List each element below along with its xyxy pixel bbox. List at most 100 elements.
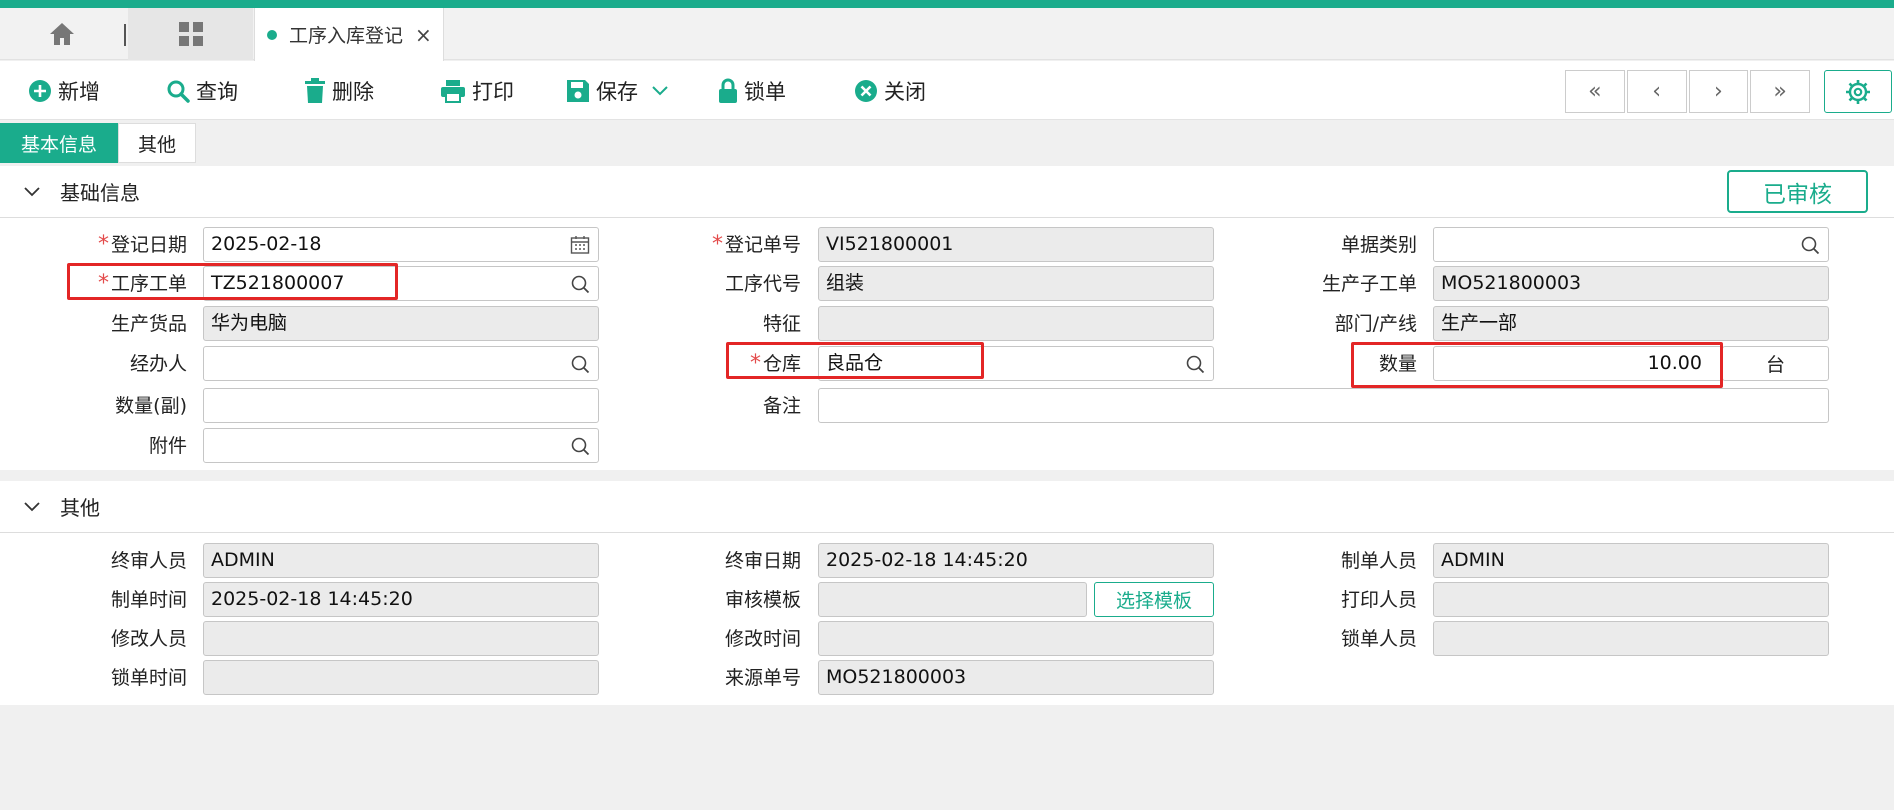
qty-sub-field[interactable] [203, 388, 599, 423]
add-button[interactable]: 新增 [28, 61, 100, 120]
process-code-label: 工序代号 [724, 273, 801, 295]
search-icon[interactable] [570, 274, 590, 294]
process-code-field: 组装 [818, 266, 1214, 301]
calendar-icon[interactable] [570, 235, 590, 255]
review-template-field [818, 582, 1087, 617]
top-accent-bar [0, 0, 1894, 8]
nav-first-button[interactable]: « [1565, 70, 1625, 113]
search-icon[interactable] [1800, 235, 1820, 255]
modify-time-label: 修改时间 [724, 628, 801, 650]
attachment-field[interactable] [203, 428, 599, 463]
create-time-label: 制单时间 [110, 589, 187, 611]
qty-label: 数量 [1378, 353, 1417, 375]
lock-time-field [203, 660, 599, 695]
search-icon[interactable] [570, 354, 590, 374]
lock-button[interactable]: 锁单 [718, 61, 786, 120]
other-header[interactable]: 其他 [0, 481, 1894, 533]
home-icon [50, 23, 74, 45]
source-no-label: 来源单号 [724, 667, 801, 689]
nav-last-button[interactable]: » [1750, 70, 1810, 113]
section-title: 基础信息 [60, 181, 140, 205]
lock-time-label: 锁单时间 [110, 667, 187, 689]
doc-type-label: 单据类别 [1340, 234, 1417, 256]
close-button[interactable]: 关闭 [854, 61, 926, 120]
remark-field[interactable] [818, 388, 1829, 423]
locker-field [1433, 621, 1829, 656]
remark-label: 备注 [762, 395, 801, 417]
close-label: 关闭 [884, 79, 926, 104]
close-circle-icon [855, 79, 877, 102]
dept-label: 部门/产线 [1334, 313, 1417, 335]
record-navigation: « ‹ › » [1565, 70, 1810, 113]
lock-icon [719, 78, 737, 103]
printer-label: 打印人员 [1340, 589, 1417, 611]
chevron-down-icon[interactable] [24, 186, 40, 197]
tab-basic-info[interactable]: 基本信息 [0, 123, 118, 163]
search-icon [167, 80, 190, 103]
settings-button[interactable] [1824, 70, 1892, 113]
tab-strip: 工序入库登记 × [0, 8, 1894, 61]
process-order-label: * 工序工单 [97, 271, 187, 296]
print-button[interactable]: 打印 [440, 61, 514, 120]
nav-next-button[interactable]: › [1688, 70, 1749, 113]
sub-order-field: MO521800003 [1433, 266, 1829, 301]
creator-field: ADMIN [1433, 543, 1829, 578]
status-badge: 已审核 [1727, 170, 1868, 213]
tab-process-inbound[interactable]: 工序入库登记 × [254, 8, 444, 61]
doc-type-field[interactable] [1433, 227, 1829, 262]
tab-other[interactable]: 其他 [118, 123, 196, 163]
source-no-field: MO521800003 [818, 660, 1214, 695]
qty-sub-label: 数量(副) [115, 395, 187, 417]
grid-icon [178, 22, 203, 46]
query-button[interactable]: 查询 [166, 61, 238, 120]
tab-label: 工序入库登记 [289, 25, 404, 47]
reg-no-label: * 登记单号 [711, 232, 801, 257]
search-icon[interactable] [1185, 354, 1205, 374]
trash-icon [305, 77, 325, 103]
delete-button[interactable]: 删除 [304, 61, 374, 120]
process-order-field[interactable]: TZ521800007 [203, 266, 599, 301]
toolbar: 新增 查询 删除 打印 保存 锁单 关闭 « ‹ › » [0, 61, 1894, 120]
reg-date-label: * 登记日期 [97, 232, 187, 257]
select-template-button[interactable]: 选择模板 [1094, 582, 1214, 617]
delete-label: 删除 [332, 79, 374, 104]
section-title: 其他 [60, 496, 100, 520]
handler-label: 经办人 [129, 353, 187, 375]
modifier-field [203, 621, 599, 656]
warehouse-field[interactable]: 良品仓 [818, 346, 1214, 381]
save-label: 保存 [596, 79, 638, 104]
create-time-field: 2025-02-18 14:45:20 [203, 582, 599, 617]
tab-active-dot [267, 29, 277, 40]
locker-label: 锁单人员 [1340, 628, 1417, 650]
gear-icon [1846, 79, 1870, 104]
attachment-label: 附件 [148, 435, 187, 457]
handler-field[interactable] [203, 346, 599, 381]
modifier-label: 修改人员 [110, 628, 187, 650]
lock-label: 锁单 [744, 79, 786, 104]
close-icon[interactable]: × [415, 23, 432, 47]
printer-icon [441, 79, 465, 103]
tab-home[interactable] [0, 8, 124, 60]
print-label: 打印 [472, 79, 514, 104]
product-label: 生产货品 [110, 313, 187, 335]
final-date-field: 2025-02-18 14:45:20 [818, 543, 1214, 578]
tab-separator [124, 24, 126, 46]
feature-field [818, 306, 1214, 341]
final-date-label: 终审日期 [724, 550, 801, 572]
plus-circle-icon [29, 79, 51, 102]
chevron-down-icon[interactable] [24, 501, 40, 512]
printer-field [1433, 582, 1829, 617]
nav-prev-button[interactable]: ‹ [1626, 70, 1687, 113]
reg-no-field: VI521800001 [818, 227, 1214, 262]
tab-apps[interactable] [128, 8, 253, 60]
reg-date-field[interactable]: 2025-02-18 [203, 227, 599, 262]
save-icon [567, 79, 589, 102]
feature-label: 特征 [762, 313, 801, 335]
chevron-down-icon[interactable] [652, 85, 668, 96]
qty-field[interactable]: 10.00 [1433, 346, 1723, 381]
save-button[interactable]: 保存 [566, 61, 674, 120]
warehouse-label: * 仓库 [749, 351, 801, 376]
search-icon[interactable] [570, 436, 590, 456]
basic-info-header[interactable]: 基础信息 [0, 166, 1894, 218]
unit-field: 台 [1722, 346, 1829, 381]
